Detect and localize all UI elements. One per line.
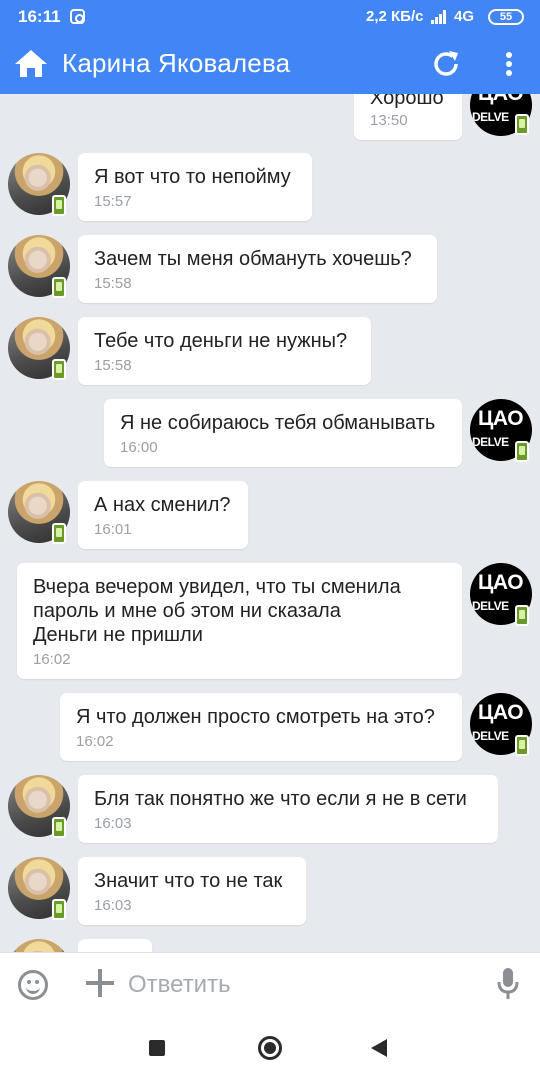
message-text: Я что должен просто смотреть на это? (76, 706, 435, 728)
chat-title: Карина Яковалева (62, 48, 291, 78)
message-bubble-incoming[interactable]: А нах сменил? 16:01 (78, 481, 248, 549)
message-time: 15:58 (94, 275, 132, 292)
message-time: 16:00 (120, 439, 158, 456)
mobile-online-icon (515, 441, 529, 462)
message-bubble-incoming[interactable]: Бля так понятно же что если я не в сети … (78, 775, 498, 843)
mobile-online-icon (52, 523, 66, 544)
avatar[interactable] (8, 939, 70, 952)
plus-icon[interactable] (86, 969, 114, 997)
compose-bar (0, 952, 540, 1020)
message-text: Значит что то не так (94, 870, 283, 892)
message-text: Тебе что деньги не нужны? (94, 330, 348, 352)
recents-icon[interactable] (149, 1040, 165, 1056)
message-time: 16:02 (33, 651, 71, 668)
mobile-online-icon (52, 195, 66, 216)
system-nav-bar (0, 1020, 540, 1080)
status-time: 16:11 (18, 7, 61, 26)
mobile-online-icon (52, 277, 66, 298)
back-icon[interactable] (371, 1039, 387, 1057)
message-text: Я не собираюсь тебя обманывать (120, 412, 436, 434)
reply-input[interactable] (128, 965, 468, 1005)
signal-icon (431, 10, 449, 24)
mobile-online-icon (52, 359, 66, 380)
message-text: А нах сменил? (94, 494, 231, 516)
message-list[interactable]: Хорошо 13:50 ЦАО DELVE Я вот что то непо… (0, 94, 540, 952)
message-time: 16:02 (76, 733, 114, 750)
message-time: 16:01 (94, 521, 132, 538)
message-bubble-outgoing[interactable]: Вчера вечером увидел, что ты сменила пар… (17, 563, 462, 679)
message-text: Бля так понятно же что если я не в сети (94, 788, 467, 810)
instagram-icon (70, 9, 85, 24)
battery-icon: 55 (488, 9, 524, 25)
smile-icon[interactable] (18, 970, 48, 1000)
message-time: 16:03 (94, 897, 132, 914)
message-bubble-incoming[interactable]: Зачем ты меня обмануть хочешь? 15:58 (78, 235, 437, 303)
mobile-online-icon (515, 605, 529, 626)
mobile-online-icon (515, 114, 529, 135)
message-text: Хорошо (370, 94, 444, 109)
message-bubble-incoming[interactable] (78, 939, 152, 952)
message-time: 15:58 (94, 357, 132, 374)
refresh-icon[interactable] (430, 48, 462, 80)
message-text: Я вот что то непойму (94, 166, 291, 188)
more-vert-icon[interactable] (496, 48, 522, 80)
message-bubble-outgoing[interactable]: Я что должен просто смотреть на это? 16:… (60, 693, 462, 761)
message-bubble-outgoing[interactable]: Хорошо 13:50 (354, 94, 462, 140)
home-nav-icon[interactable] (258, 1036, 282, 1060)
message-time: 16:03 (94, 815, 132, 832)
network-speed: 2,2 КБ/с (366, 8, 424, 25)
mobile-online-icon (515, 735, 529, 756)
message-time: 13:50 (370, 112, 408, 129)
mobile-online-icon (52, 817, 66, 838)
home-icon[interactable] (14, 48, 48, 78)
message-bubble-incoming[interactable]: Тебе что деньги не нужны? 15:58 (78, 317, 371, 385)
mobile-online-icon (52, 899, 66, 920)
status-bar: 16:11 2,2 КБ/с 4G 55 (0, 0, 540, 34)
message-text: Вчера вечером увидел, что ты сменила пар… (33, 576, 401, 646)
message-bubble-incoming[interactable]: Значит что то не так 16:03 (78, 857, 306, 925)
message-time: 15:57 (94, 193, 132, 210)
network-type: 4G (454, 8, 475, 25)
message-bubble-outgoing[interactable]: Я не собираюсь тебя обманывать 16:00 (104, 399, 462, 467)
message-text: Зачем ты меня обмануть хочешь? (94, 248, 412, 270)
message-bubble-incoming[interactable]: Я вот что то непойму 15:57 (78, 153, 312, 221)
chat-header: Карина Яковалева (0, 34, 540, 94)
mic-icon[interactable] (496, 967, 520, 1001)
